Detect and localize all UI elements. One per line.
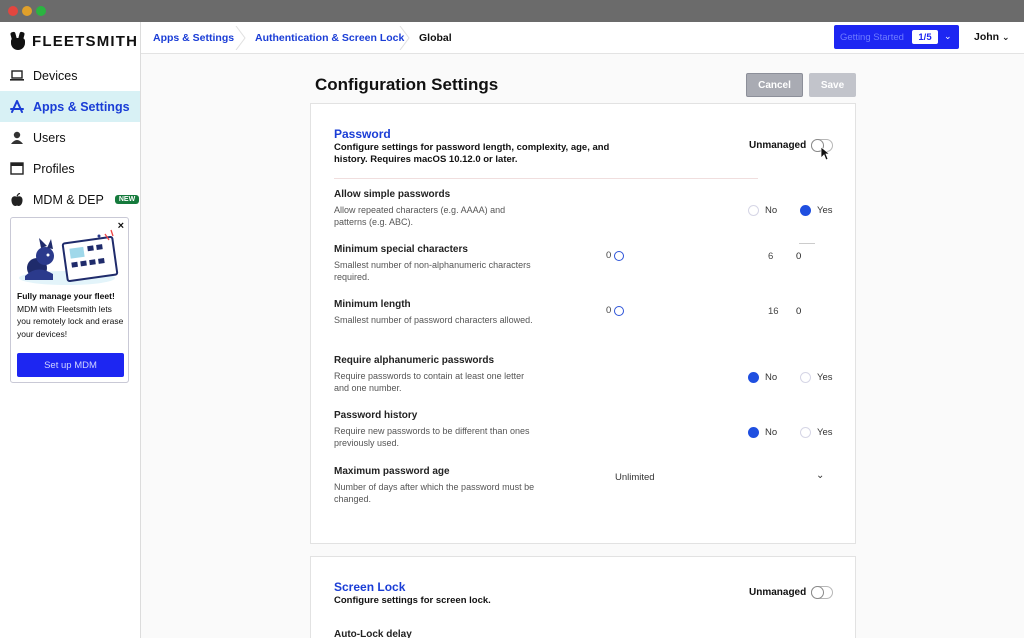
section-description: Configure settings for screen lock. bbox=[334, 595, 491, 606]
sidebar-item-label: MDM & DEP bbox=[33, 192, 104, 207]
slider-handle-icon bbox=[614, 250, 625, 261]
setting-description: Allow repeated characters (e.g. AAAA) an… bbox=[334, 205, 506, 227]
setting-label: Allow simple passwords bbox=[334, 189, 451, 200]
input-underline bbox=[799, 243, 815, 244]
minimize-window-button[interactable] bbox=[22, 6, 32, 16]
special-chars-value[interactable]: 0 bbox=[796, 251, 801, 262]
promo-text: Fully manage your fleet! MDM with Fleets… bbox=[17, 290, 127, 340]
special-chars-slider-min[interactable]: 0 bbox=[606, 250, 625, 261]
mdm-promo-card: × Fully manage your fleet! MDM with Flee… bbox=[10, 217, 129, 383]
app-logo[interactable]: FLEETSMITH bbox=[10, 30, 138, 52]
managed-status-label: Unmanaged bbox=[749, 140, 807, 151]
set-up-mdm-button[interactable]: Set up MDM bbox=[17, 353, 124, 377]
setting-label: Minimum special characters bbox=[334, 244, 468, 255]
screen-lock-managed-toggle[interactable] bbox=[811, 586, 833, 599]
fleetsmith-dog-icon bbox=[10, 31, 26, 50]
dog-with-device-illustration bbox=[19, 229, 119, 285]
radio-alnum-no[interactable]: No bbox=[748, 372, 777, 383]
getting-started-label: Getting Started bbox=[840, 32, 904, 43]
user-menu[interactable]: John ⌄ bbox=[974, 31, 1010, 43]
sidebar-item-mdm-dep[interactable]: MDM & DEP NEW bbox=[0, 184, 140, 215]
sidebar-item-profiles[interactable]: Profiles bbox=[0, 153, 140, 184]
setting-description: Require new passwords to be different th… bbox=[334, 426, 530, 448]
setting-label: Minimum length bbox=[334, 299, 411, 310]
setting-label: Password history bbox=[334, 410, 418, 421]
section-title-password: Password bbox=[334, 127, 391, 141]
managed-status-label: Unmanaged bbox=[749, 587, 807, 598]
section-description: Configure settings for password length, … bbox=[334, 142, 610, 165]
sidebar-nav: Devices Apps & Settings Users Profiles M… bbox=[0, 60, 140, 215]
profile-window-icon bbox=[10, 162, 24, 176]
setting-description: Smallest number of password characters a… bbox=[334, 315, 533, 325]
getting-started-progress: 1/5 bbox=[912, 30, 938, 44]
min-length-value[interactable]: 0 bbox=[796, 306, 801, 317]
chevron-down-icon[interactable]: ⌄ bbox=[944, 31, 952, 42]
setting-description: Require passwords to contain at least on… bbox=[334, 371, 525, 393]
save-button[interactable]: Save bbox=[809, 73, 856, 97]
mouse-cursor-icon bbox=[820, 146, 830, 161]
app-store-icon bbox=[10, 99, 24, 114]
new-badge: NEW bbox=[114, 195, 140, 204]
promo-body: MDM with Fleetsmith lets you remotely lo… bbox=[17, 303, 124, 339]
sidebar-item-devices[interactable]: Devices bbox=[0, 60, 140, 91]
breadcrumb-apps-settings[interactable]: Apps & Settings bbox=[153, 32, 234, 44]
user-icon bbox=[10, 131, 24, 145]
divider bbox=[334, 178, 758, 179]
sidebar-item-label: Profiles bbox=[33, 161, 75, 176]
screen-lock-settings-card: Screen Lock Configure settings for scree… bbox=[310, 556, 856, 638]
section-title-screen-lock: Screen Lock bbox=[334, 580, 406, 594]
radio-simple-yes[interactable]: Yes bbox=[800, 205, 833, 216]
radio-history-yes[interactable]: Yes bbox=[800, 427, 833, 438]
setting-description: Number of days after which the password … bbox=[334, 482, 535, 504]
radio-history-no[interactable]: No bbox=[748, 427, 777, 438]
chevron-down-icon[interactable]: ⌄ bbox=[816, 470, 824, 481]
chevron-down-icon: ⌄ bbox=[1002, 32, 1010, 42]
sidebar-item-label: Devices bbox=[33, 68, 78, 83]
min-length-slider-min[interactable]: 0 bbox=[606, 305, 625, 316]
breadcrumb-auth-screen-lock[interactable]: Authentication & Screen Lock bbox=[255, 32, 404, 44]
slider-max-label: 16 bbox=[768, 306, 779, 317]
radio-simple-no[interactable]: No bbox=[748, 205, 777, 216]
sidebar-item-users[interactable]: Users bbox=[0, 122, 140, 153]
setting-label: Maximum password age bbox=[334, 466, 450, 477]
close-window-button[interactable] bbox=[8, 6, 18, 16]
promo-headline: Fully manage your fleet! bbox=[17, 291, 115, 301]
zoom-window-button[interactable] bbox=[36, 6, 46, 16]
window-title-bar bbox=[0, 0, 1024, 22]
laptop-icon bbox=[10, 69, 24, 83]
password-settings-card: Password Configure settings for password… bbox=[310, 103, 856, 544]
breadcrumb-global: Global bbox=[419, 32, 452, 44]
top-bar: Apps & Settings Authentication & Screen … bbox=[141, 22, 1024, 54]
max-age-select[interactable]: Unlimited bbox=[615, 472, 655, 483]
breadcrumb-separator-icon bbox=[235, 26, 246, 50]
breadcrumb-separator-icon bbox=[399, 26, 410, 50]
setting-description: Smallest number of non-alphanumeric char… bbox=[334, 260, 531, 282]
sidebar-item-label: Apps & Settings bbox=[33, 99, 130, 114]
getting-started-button[interactable]: Getting Started 1/5 ⌄ bbox=[834, 25, 959, 49]
page-title: Configuration Settings bbox=[315, 75, 499, 94]
setting-label: Require alphanumeric passwords bbox=[334, 355, 495, 366]
slider-max-label: 6 bbox=[768, 251, 774, 262]
apple-icon bbox=[10, 192, 24, 207]
sidebar-item-apps-settings[interactable]: Apps & Settings bbox=[0, 91, 140, 122]
sidebar-item-label: Users bbox=[33, 130, 66, 145]
radio-alnum-yes[interactable]: Yes bbox=[800, 372, 833, 383]
sidebar: FLEETSMITH Devices Apps & Settings Users… bbox=[0, 22, 141, 638]
slider-handle-icon bbox=[614, 305, 625, 316]
setting-label: Auto-Lock delay bbox=[334, 629, 412, 638]
brand-name: FLEETSMITH bbox=[32, 32, 139, 50]
user-name: John bbox=[974, 31, 1000, 43]
cancel-button[interactable]: Cancel bbox=[746, 73, 803, 97]
